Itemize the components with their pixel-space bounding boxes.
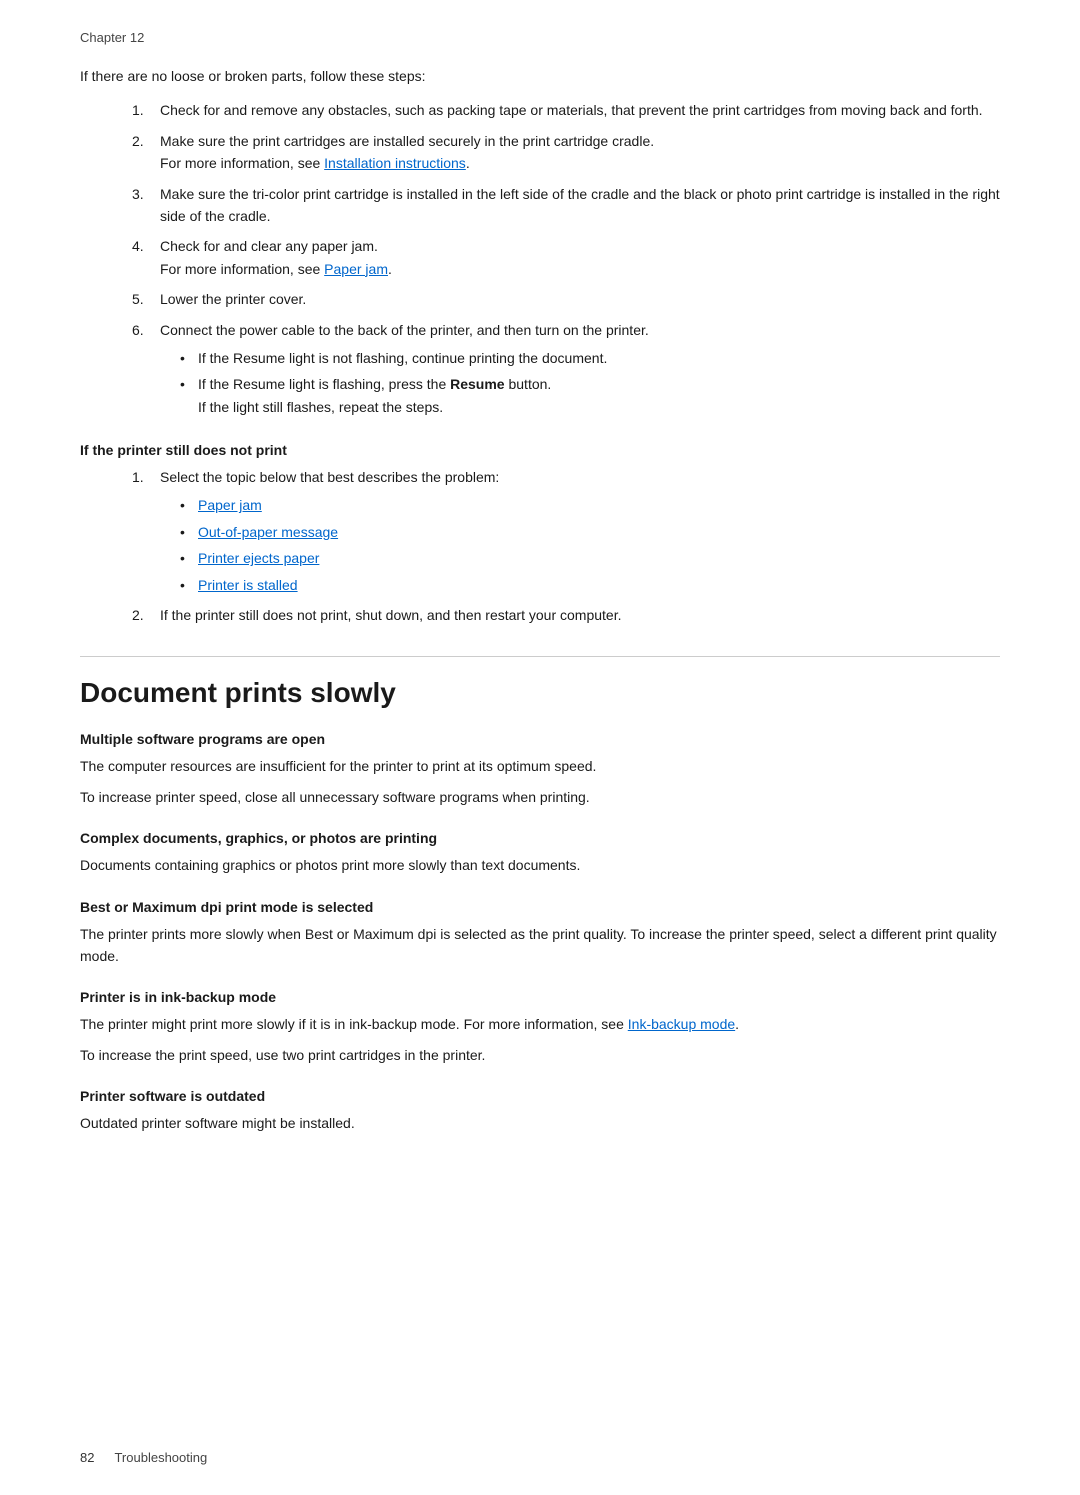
document-prints-slowly-heading: Document prints slowly [80,656,1000,709]
sub-bullet-2: If the Resume light is flashing, press t… [180,373,1000,418]
subsection-3-para-1: The printer prints more slowly when Best… [80,923,1000,968]
footer-page-number: 82 [80,1450,94,1465]
step-2: Make sure the print cartridges are insta… [160,130,1000,175]
topic-links-list: Paper jam Out-of-paper message Printer e… [180,494,1000,596]
still-step-1: Select the topic below that best describ… [160,466,1000,596]
intro-text: If there are no loose or broken parts, f… [80,65,1000,87]
still-step-1-text: Select the topic below that best describ… [160,469,499,485]
subsection-heading-1: Multiple software programs are open [80,731,1000,747]
subsection-2-para-1: Documents containing graphics or photos … [80,854,1000,876]
paper-jam-link-1[interactable]: Paper jam [324,261,388,277]
subsection-outdated-software: Printer software is outdated Outdated pr… [80,1088,1000,1134]
footer-section-label: Troubleshooting [114,1450,207,1465]
printer-stalled-link[interactable]: Printer is stalled [198,577,298,593]
still-step-2: If the printer still does not print, shu… [160,604,1000,626]
step-3-text: Make sure the tri-color print cartridge … [160,186,1000,224]
step-1: Check for and remove any obstacles, such… [160,99,1000,121]
steps-list: Check for and remove any obstacles, such… [160,99,1000,418]
subsection-1-para-2: To increase printer speed, close all unn… [80,786,1000,808]
paper-jam-link-2[interactable]: Paper jam [198,497,262,513]
still-step-2-text: If the printer still does not print, shu… [160,607,621,623]
subsection-5-para-1: Outdated printer software might be insta… [80,1112,1000,1134]
subsection-multiple-programs: Multiple software programs are open The … [80,731,1000,808]
topic-link-4: Printer is stalled [180,574,1000,596]
subsection-complex-docs: Complex documents, graphics, or photos a… [80,830,1000,876]
topic-link-1: Paper jam [180,494,1000,516]
printer-ejects-link[interactable]: Printer ejects paper [198,550,319,566]
subsection-heading-5: Printer software is outdated [80,1088,1000,1104]
step-4: Check for and clear any paper jam. For m… [160,235,1000,280]
subsection-ink-backup: Printer is in ink-backup mode The printe… [80,989,1000,1066]
topic-link-3: Printer ejects paper [180,547,1000,569]
step-6-text: Connect the power cable to the back of t… [160,322,649,338]
step-5-text: Lower the printer cover. [160,291,306,307]
still-not-print-heading: If the printer still does not print [80,442,1000,458]
page-footer: 82 Troubleshooting [80,1450,1000,1465]
step-4-text: Check for and clear any paper jam. For m… [160,238,392,276]
subsection-4-para-1: The printer might print more slowly if i… [80,1013,1000,1035]
step-6-subbullets: If the Resume light is not flashing, con… [180,347,1000,418]
step-5: Lower the printer cover. [160,288,1000,310]
step-1-text: Check for and remove any obstacles, such… [160,102,983,118]
subsection-4-para-2: To increase the print speed, use two pri… [80,1044,1000,1066]
chapter-label: Chapter 12 [80,30,1000,45]
step-2-text: Make sure the print cartridges are insta… [160,133,654,171]
sub-bullet-1: If the Resume light is not flashing, con… [180,347,1000,369]
ink-backup-mode-link[interactable]: Ink-backup mode [628,1016,735,1032]
step-6: Connect the power cable to the back of t… [160,319,1000,419]
still-not-print-list: Select the topic below that best describ… [160,466,1000,626]
installation-instructions-link[interactable]: Installation instructions [324,155,466,171]
topic-link-2: Out-of-paper message [180,521,1000,543]
subsection-heading-3: Best or Maximum dpi print mode is select… [80,899,1000,915]
subsection-heading-2: Complex documents, graphics, or photos a… [80,830,1000,846]
subsection-1-para-1: The computer resources are insufficient … [80,755,1000,777]
step-3: Make sure the tri-color print cartridge … [160,183,1000,228]
out-of-paper-link[interactable]: Out-of-paper message [198,524,338,540]
subsection-heading-4: Printer is in ink-backup mode [80,989,1000,1005]
subsection-best-dpi: Best or Maximum dpi print mode is select… [80,899,1000,968]
